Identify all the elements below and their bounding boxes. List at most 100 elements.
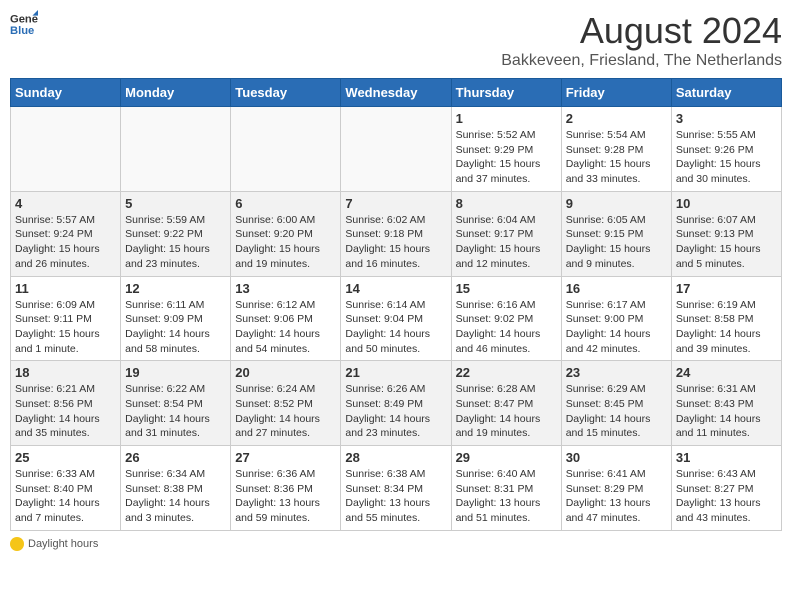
day-number: 31 — [676, 450, 777, 465]
daylight-legend: Daylight hours — [10, 537, 98, 551]
table-row: 11 Sunrise: 6:09 AM Sunset: 9:11 PM Dayli… — [11, 276, 121, 361]
day-number: 14 — [345, 281, 446, 296]
day-info: Sunrise: 6:34 AM Sunset: 8:38 PM Dayligh… — [125, 467, 226, 526]
table-row — [11, 107, 121, 192]
col-wednesday: Wednesday — [341, 79, 451, 107]
day-info: Sunrise: 6:43 AM Sunset: 8:27 PM Dayligh… — [676, 467, 777, 526]
table-row: 27Sunrise: 6:36 AM Sunset: 8:36 PM Dayli… — [231, 446, 341, 531]
day-info: Sunrise: 6:12 AM Sunset: 9:06 PM Dayligh… — [235, 298, 336, 357]
day-number: 25 — [15, 450, 116, 465]
table-row: 15 Sunrise: 6:16 AM Sunset: 9:02 PM Dayli… — [451, 276, 561, 361]
page-header: General Blue August 2024 Bakkeveen, Frie… — [10, 10, 782, 70]
day-info: Sunrise: 6:29 AM Sunset: 8:45 PM Dayligh… — [566, 382, 667, 441]
day-info: Sunrise: 6:16 AM Sunset: 9:02 PM Dayligh… — [456, 298, 557, 357]
day-number: 7 — [345, 196, 446, 211]
table-row: 29 Sunrise: 6:40 AM Sunset: 8:31 PM Dayli… — [451, 446, 561, 531]
day-info: Sunrise: 6:40 AM Sunset: 8:31 PM Dayligh… — [456, 467, 557, 526]
day-info: Sunrise: 6:26 AM Sunset: 8:49 PM Dayligh… — [345, 382, 446, 441]
table-row: 30 Sunrise: 6:41 AM Sunset: 8:29 PM Dayli… — [561, 446, 671, 531]
calendar-week-row: 1 Sunrise: 5:52 AM Sunset: 9:29 PM Daylig… — [11, 107, 782, 192]
day-number: 30 — [566, 450, 667, 465]
calendar-week-row: 11 Sunrise: 6:09 AM Sunset: 9:11 PM Dayli… — [11, 276, 782, 361]
title-area: August 2024 Bakkeveen, Friesland, The Ne… — [501, 10, 782, 70]
table-row: 28Sunrise: 6:38 AM Sunset: 8:34 PM Dayli… — [341, 446, 451, 531]
day-info: Sunrise: 6:17 AM Sunset: 9:00 PM Dayligh… — [566, 298, 667, 357]
day-number: 28 — [345, 450, 446, 465]
logo: General Blue — [10, 10, 38, 38]
day-info: Sunrise: 6:31 AM Sunset: 8:43 PM Dayligh… — [676, 382, 777, 441]
day-info: Sunrise: 6:09 AM Sunset: 9:11 PM Dayligh… — [15, 298, 116, 357]
col-monday: Monday — [121, 79, 231, 107]
table-row: 24 Sunrise: 6:31 AM Sunset: 8:43 PM Dayli… — [671, 361, 781, 446]
day-number: 1 — [456, 111, 557, 126]
day-info: Sunrise: 6:00 AM Sunset: 9:20 PM Dayligh… — [235, 213, 336, 272]
table-row: 22 Sunrise: 6:28 AM Sunset: 8:47 PM Dayli… — [451, 361, 561, 446]
day-number: 8 — [456, 196, 557, 211]
col-saturday: Saturday — [671, 79, 781, 107]
table-row: 14Sunrise: 6:14 AM Sunset: 9:04 PM Dayli… — [341, 276, 451, 361]
col-sunday: Sunday — [11, 79, 121, 107]
table-row: 3Sunrise: 5:55 AM Sunset: 9:26 PM Daylig… — [671, 107, 781, 192]
day-number: 21 — [345, 365, 446, 380]
calendar-header-row: Sunday Monday Tuesday Wednesday Thursday… — [11, 79, 782, 107]
table-row: 7 Sunrise: 6:02 AM Sunset: 9:18 PM Daylig… — [341, 191, 451, 276]
day-info: Sunrise: 6:04 AM Sunset: 9:17 PM Dayligh… — [456, 213, 557, 272]
table-row: 25Sunrise: 6:33 AM Sunset: 8:40 PM Dayli… — [11, 446, 121, 531]
table-row — [231, 107, 341, 192]
day-info: Sunrise: 6:02 AM Sunset: 9:18 PM Dayligh… — [345, 213, 446, 272]
main-title: August 2024 — [501, 10, 782, 52]
table-row: 9 Sunrise: 6:05 AM Sunset: 9:15 PM Daylig… — [561, 191, 671, 276]
table-row: 18 Sunrise: 6:21 AM Sunset: 8:56 PM Dayli… — [11, 361, 121, 446]
day-number: 5 — [125, 196, 226, 211]
day-number: 4 — [15, 196, 116, 211]
day-number: 19 — [125, 365, 226, 380]
day-info: Sunrise: 6:05 AM Sunset: 9:15 PM Dayligh… — [566, 213, 667, 272]
calendar-table: Sunday Monday Tuesday Wednesday Thursday… — [10, 78, 782, 531]
day-number: 29 — [456, 450, 557, 465]
day-info: Sunrise: 5:59 AM Sunset: 9:22 PM Dayligh… — [125, 213, 226, 272]
day-number: 13 — [235, 281, 336, 296]
day-info: Sunrise: 6:07 AM Sunset: 9:13 PM Dayligh… — [676, 213, 777, 272]
col-friday: Friday — [561, 79, 671, 107]
day-info: Sunrise: 6:21 AM Sunset: 8:56 PM Dayligh… — [15, 382, 116, 441]
day-info: Sunrise: 6:19 AM Sunset: 8:58 PM Dayligh… — [676, 298, 777, 357]
day-info: Sunrise: 6:28 AM Sunset: 8:47 PM Dayligh… — [456, 382, 557, 441]
day-info: Sunrise: 5:52 AM Sunset: 9:29 PM Dayligh… — [456, 128, 557, 187]
table-row: 5 Sunrise: 5:59 AM Sunset: 9:22 PM Daylig… — [121, 191, 231, 276]
table-row: 16 Sunrise: 6:17 AM Sunset: 9:00 PM Dayli… — [561, 276, 671, 361]
day-number: 6 — [235, 196, 336, 211]
table-row: 2Sunrise: 5:54 AM Sunset: 9:28 PM Daylig… — [561, 107, 671, 192]
calendar-week-row: 18 Sunrise: 6:21 AM Sunset: 8:56 PM Dayli… — [11, 361, 782, 446]
day-number: 24 — [676, 365, 777, 380]
table-row: 21 Sunrise: 6:26 AM Sunset: 8:49 PM Dayli… — [341, 361, 451, 446]
table-row — [121, 107, 231, 192]
table-row: 4 Sunrise: 5:57 AM Sunset: 9:24 PM Daylig… — [11, 191, 121, 276]
day-number: 3 — [676, 111, 777, 126]
table-row — [341, 107, 451, 192]
day-number: 18 — [15, 365, 116, 380]
day-number: 16 — [566, 281, 667, 296]
day-info: Sunrise: 6:22 AM Sunset: 8:54 PM Dayligh… — [125, 382, 226, 441]
table-row: 12Sunrise: 6:11 AM Sunset: 9:09 PM Dayli… — [121, 276, 231, 361]
day-number: 11 — [15, 281, 116, 296]
day-number: 15 — [456, 281, 557, 296]
table-row: 19 Sunrise: 6:22 AM Sunset: 8:54 PM Dayli… — [121, 361, 231, 446]
footer: Daylight hours — [10, 537, 782, 551]
day-number: 20 — [235, 365, 336, 380]
day-number: 2 — [566, 111, 667, 126]
table-row: 13 Sunrise: 6:12 AM Sunset: 9:06 PM Dayli… — [231, 276, 341, 361]
subtitle: Bakkeveen, Friesland, The Netherlands — [501, 52, 782, 70]
table-row: 31 Sunrise: 6:43 AM Sunset: 8:27 PM Dayli… — [671, 446, 781, 531]
table-row: 26 Sunrise: 6:34 AM Sunset: 8:38 PM Dayli… — [121, 446, 231, 531]
day-number: 22 — [456, 365, 557, 380]
day-number: 27 — [235, 450, 336, 465]
daylight-label: Daylight hours — [28, 538, 98, 550]
table-row: 8 Sunrise: 6:04 AM Sunset: 9:17 PM Daylig… — [451, 191, 561, 276]
table-row: 1 Sunrise: 5:52 AM Sunset: 9:29 PM Daylig… — [451, 107, 561, 192]
day-info: Sunrise: 5:57 AM Sunset: 9:24 PM Dayligh… — [15, 213, 116, 272]
day-number: 26 — [125, 450, 226, 465]
table-row: 6 Sunrise: 6:00 AM Sunset: 9:20 PM Daylig… — [231, 191, 341, 276]
day-number: 9 — [566, 196, 667, 211]
sun-icon — [10, 537, 24, 551]
day-info: Sunrise: 6:41 AM Sunset: 8:29 PM Dayligh… — [566, 467, 667, 526]
